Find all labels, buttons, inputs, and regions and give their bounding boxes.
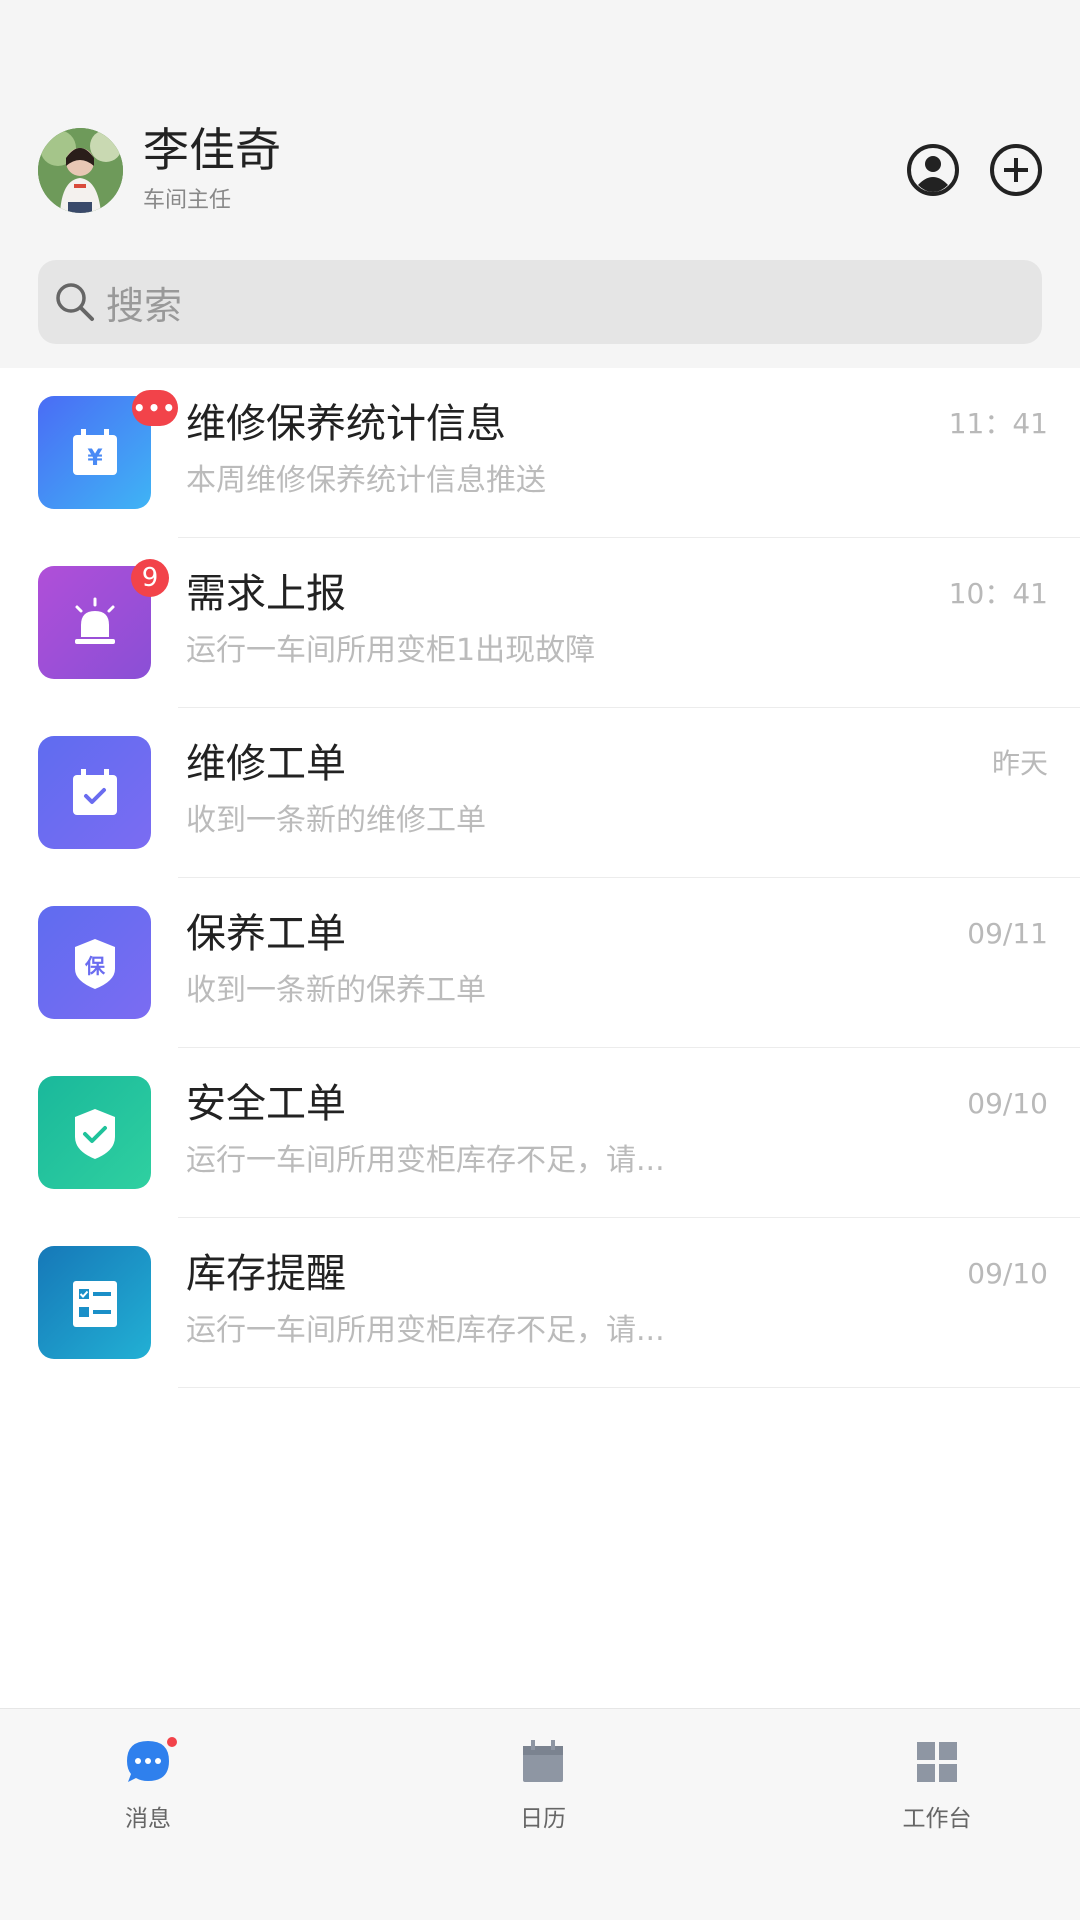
header: 李佳奇 车间主任 搜索 <box>0 0 1080 368</box>
item-title: 维修保养统计信息 <box>186 401 506 447</box>
shield-check-icon <box>38 1076 151 1189</box>
shield-bao-icon: 保 <box>38 906 151 1019</box>
user-name: 李佳奇 <box>143 123 281 177</box>
tab-label: 工作台 <box>902 1806 972 1832</box>
list-item[interactable]: 9 需求上报 运行一车间所用变柜1出现故障 10：41 <box>0 538 1080 708</box>
item-subtitle: 运行一车间所用变柜库存不足，请... <box>186 1313 665 1348</box>
item-time: 昨天 <box>991 747 1048 780</box>
search-placeholder: 搜索 <box>106 283 183 328</box>
item-subtitle: 收到一条新的维修工单 <box>186 803 486 838</box>
list-item[interactable]: 保 保养工单 收到一条新的保养工单 09/11 <box>0 878 1080 1048</box>
profile-icon[interactable] <box>906 143 960 197</box>
item-time: 10：41 <box>948 577 1048 610</box>
calendar-check-icon <box>38 736 151 849</box>
search-input[interactable]: 搜索 <box>38 260 1042 344</box>
item-title: 库存提醒 <box>186 1251 346 1297</box>
calendar-icon <box>518 1737 568 1787</box>
chat-bubble-icon <box>123 1735 179 1787</box>
item-subtitle: 运行一车间所用变柜库存不足，请... <box>186 1143 665 1178</box>
tab-workbench[interactable]: 工作台 <box>837 1737 1037 1837</box>
tab-messages[interactable]: 消息 <box>48 1735 248 1837</box>
add-icon[interactable] <box>989 143 1043 197</box>
item-title: 维修工单 <box>186 741 346 787</box>
item-subtitle: 收到一条新的保养工单 <box>186 973 486 1008</box>
item-time: 11：41 <box>948 407 1048 440</box>
unread-badge: 9 <box>131 559 169 597</box>
bottom-tab-bar: 消息 日历 工作台 <box>0 1708 1080 1920</box>
grid-icon <box>912 1737 962 1787</box>
divider <box>178 1387 1080 1388</box>
search-icon <box>54 281 96 323</box>
avatar[interactable] <box>38 128 123 213</box>
item-subtitle: 运行一车间所用变柜1出现故障 <box>186 633 596 668</box>
list-item[interactable]: ¥ ••• 维修保养统计信息 本周维修保养统计信息推送 11：41 <box>0 368 1080 538</box>
item-time: 09/10 <box>967 1257 1048 1290</box>
item-time: 09/11 <box>967 917 1048 950</box>
message-list: ¥ ••• 维修保养统计信息 本周维修保养统计信息推送 11：41 9 需求上报… <box>0 368 1080 1708</box>
item-time: 09/10 <box>967 1087 1048 1120</box>
user-role: 车间主任 <box>143 188 232 213</box>
item-subtitle: 本周维修保养统计信息推送 <box>186 463 546 498</box>
tab-calendar[interactable]: 日历 <box>443 1737 643 1837</box>
list-item[interactable]: 安全工单 运行一车间所用变柜库存不足，请... 09/10 <box>0 1048 1080 1218</box>
tab-label: 日历 <box>520 1806 566 1832</box>
item-title: 保养工单 <box>186 911 346 957</box>
tab-label: 消息 <box>125 1806 171 1832</box>
item-title: 需求上报 <box>186 571 346 617</box>
notification-dot <box>165 1735 179 1749</box>
list-item[interactable]: 维修工单 收到一条新的维修工单 昨天 <box>0 708 1080 878</box>
svg-text:保: 保 <box>84 954 106 978</box>
checklist-icon <box>38 1246 151 1359</box>
item-title: 安全工单 <box>186 1081 346 1127</box>
svg-text:¥: ¥ <box>87 446 103 471</box>
list-item[interactable]: 库存提醒 运行一车间所用变柜库存不足，请... 09/10 <box>0 1218 1080 1388</box>
unread-badge: ••• <box>132 390 178 426</box>
